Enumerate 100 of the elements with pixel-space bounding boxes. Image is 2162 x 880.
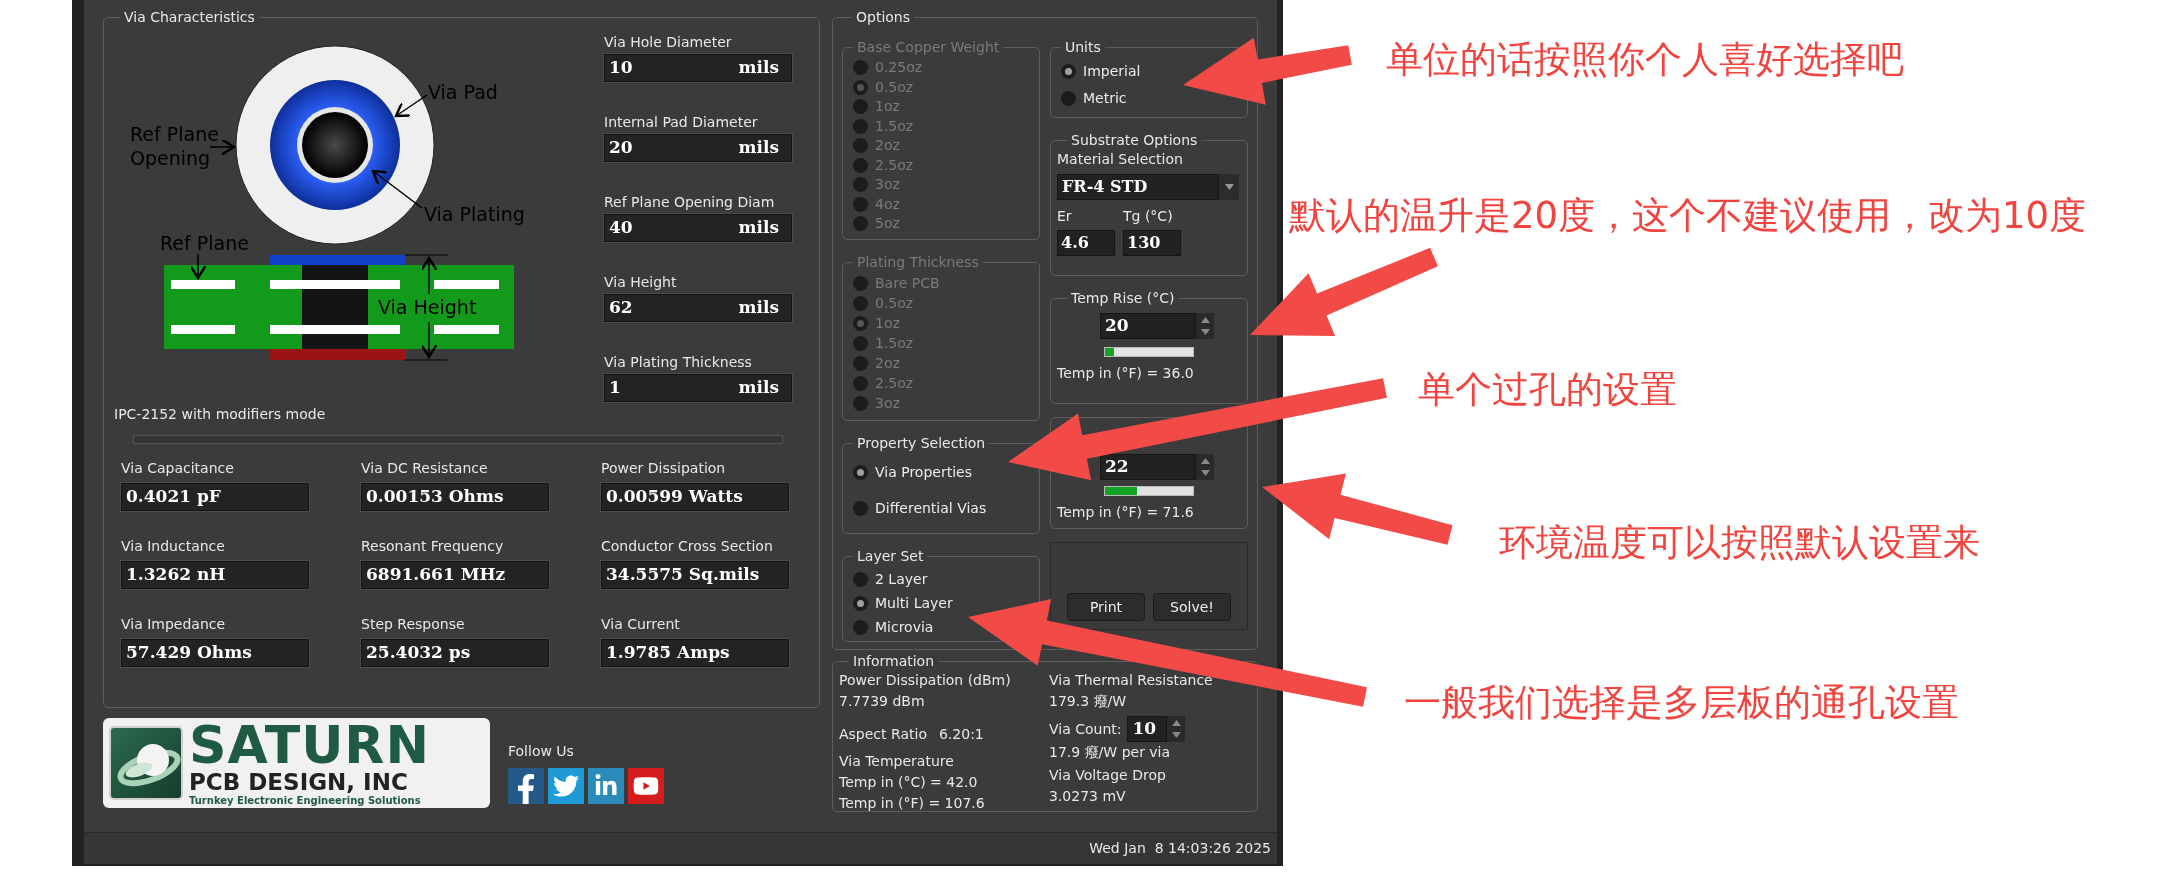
result-field[interactable]: 1.3262 nH xyxy=(121,561,309,589)
group-title: Units xyxy=(1064,38,1102,56)
radio-option: 2.5oz xyxy=(853,373,914,393)
action-button[interactable]: Print xyxy=(1067,593,1145,621)
radio-option: 1.5oz xyxy=(853,333,914,353)
result-label: Step Response xyxy=(361,615,466,634)
radio-option: 0.25oz xyxy=(853,58,923,78)
unit-label: mils xyxy=(738,56,779,80)
action-button[interactable]: Solve! xyxy=(1153,593,1231,621)
caret-down-icon xyxy=(1224,184,1234,190)
bird-icon[interactable] xyxy=(548,768,584,804)
spin-field[interactable]: 22 xyxy=(1100,454,1196,480)
info-label: Via Temperature xyxy=(839,752,955,771)
diagram-label: Via Height xyxy=(378,295,477,320)
radio-option[interactable]: Microvia xyxy=(853,615,934,639)
caret-down-icon xyxy=(1200,329,1210,335)
radio-option[interactable]: 2 Layer xyxy=(853,567,928,591)
radio-option: 1.5oz xyxy=(853,116,914,136)
follow-label: Follow Us xyxy=(508,742,575,761)
logo-icon xyxy=(109,726,183,800)
radio-option: 1oz xyxy=(853,97,900,117)
radio-option[interactable]: Metric xyxy=(1061,85,1127,112)
result-field[interactable]: 0.00599 Watts xyxy=(601,483,789,511)
group-title: Property Selection xyxy=(856,434,987,452)
info-label: Via Count: xyxy=(1049,719,1122,739)
input-field[interactable]: 62 mils xyxy=(604,294,792,322)
result-field[interactable]: 57.429 Ohms xyxy=(121,639,309,667)
result-field[interactable]: 0.00153 Ohms xyxy=(361,483,549,511)
result-field[interactable]: 0.4021 pF xyxy=(121,483,309,511)
radio-option[interactable]: Via Properties xyxy=(853,454,972,490)
diagram-label: Via Pad xyxy=(428,80,498,105)
spin-up-button[interactable] xyxy=(1199,456,1211,466)
logo-subtitle: PCB DESIGN, INC xyxy=(189,769,409,794)
info-value: Temp in (°C) = 42.0 xyxy=(839,773,979,792)
input-field[interactable]: 40 mils xyxy=(604,214,792,242)
info-value: 7.7739 dBm xyxy=(839,692,926,711)
field-label: Material Selection xyxy=(1057,150,1184,169)
group-title: Substrate Options xyxy=(1070,131,1199,149)
annotation-text: 环境温度可以按照默认设置来 xyxy=(1499,521,1981,565)
radio-option: Bare PCB xyxy=(853,273,940,293)
caret-up-icon xyxy=(1172,720,1181,726)
info-value: 3.0273 mV xyxy=(1049,787,1127,806)
tg-field[interactable]: 130 xyxy=(1123,230,1181,256)
info-label: Via Thermal Resistance xyxy=(1049,671,1213,690)
spin-up-button[interactable] xyxy=(1170,718,1183,728)
radio-option: 3oz xyxy=(853,175,900,195)
radio-option[interactable]: Differential Vias xyxy=(853,490,987,526)
radio-option[interactable]: Imperial xyxy=(1061,58,1141,85)
logo-tagline: Turnkey Electronic Engineering Solutions xyxy=(189,793,422,807)
spin-field[interactable]: 10 xyxy=(1127,716,1168,742)
status-datetime: Wed Jan 8 14:03:26 2025 xyxy=(1089,839,1271,858)
dropdown-button[interactable] xyxy=(1219,174,1239,200)
result-field[interactable]: 34.5575 Sq.mils xyxy=(601,561,789,589)
info-value: 17.9 癈/W per via xyxy=(1049,743,1172,762)
radio-option: 2oz xyxy=(853,353,900,373)
logo-title: SATURN xyxy=(189,719,430,770)
facebook-icon[interactable] xyxy=(508,768,544,804)
input-field[interactable]: 20 mils xyxy=(604,134,792,162)
annotation-text: 单个过孔的设置 xyxy=(1418,368,1678,412)
result-label: Power Dissipation xyxy=(601,459,727,478)
info-label: Aspect Ratio xyxy=(839,725,927,744)
input-field[interactable]: 10 mils xyxy=(604,54,792,82)
radio-option[interactable]: Multi Layer xyxy=(853,591,953,615)
group-title: Plating Thickness xyxy=(856,253,980,271)
er-field[interactable]: 4.6 xyxy=(1057,230,1115,256)
unit-label: mils xyxy=(738,376,779,400)
result-label: Via Capacitance xyxy=(121,459,235,478)
material-dropdown[interactable]: FR-4 STD xyxy=(1057,174,1219,200)
field-label: Internal Pad Diameter xyxy=(604,113,759,132)
spin-down-button[interactable] xyxy=(1199,468,1211,478)
linkedin-icon[interactable] xyxy=(588,768,624,804)
radio-option: 4oz xyxy=(853,194,900,214)
caret-down-icon xyxy=(1200,470,1210,476)
radio-option: 0.5oz xyxy=(853,293,914,313)
input-field[interactable]: 1 mils xyxy=(604,374,792,402)
result-label: Via Inductance xyxy=(121,537,226,556)
result-field[interactable]: 6891.661 MHz xyxy=(361,561,549,589)
spin-down-button[interactable] xyxy=(1170,730,1183,740)
result-label: Via Impedance xyxy=(121,615,227,634)
annotation-text: 默认的温升是20度，这个不建议使用，改为10度 xyxy=(1289,194,2088,238)
field-label: Er xyxy=(1057,207,1073,226)
info-label: Power Dissipation (dBm) xyxy=(839,671,1012,690)
field-label: Tg (°C) xyxy=(1123,207,1174,226)
unit-label: mils xyxy=(738,296,779,320)
spin-field[interactable]: 20 xyxy=(1100,313,1196,339)
field-value: 62 xyxy=(609,296,633,320)
radio-option: 0.5oz xyxy=(853,77,914,97)
spin-down-button[interactable] xyxy=(1199,327,1211,337)
info-label: Via Voltage Drop xyxy=(1049,766,1167,785)
group-title: Options xyxy=(855,8,912,26)
field-label: Via Height xyxy=(604,273,678,292)
play-icon[interactable] xyxy=(628,768,664,804)
mode-text: IPC-2152 with modifiers mode xyxy=(114,405,327,424)
result-field[interactable]: 25.4032 ps xyxy=(361,639,549,667)
spin-up-button[interactable] xyxy=(1199,315,1211,325)
group-title: Temp Rise (°C) xyxy=(1070,289,1176,307)
field-value: 10 xyxy=(609,56,633,80)
info-value: 179.3 癈/W xyxy=(1049,692,1128,711)
field-label: Ref Plane Opening Diam xyxy=(604,193,776,212)
result-field[interactable]: 1.9785 Amps xyxy=(601,639,789,667)
